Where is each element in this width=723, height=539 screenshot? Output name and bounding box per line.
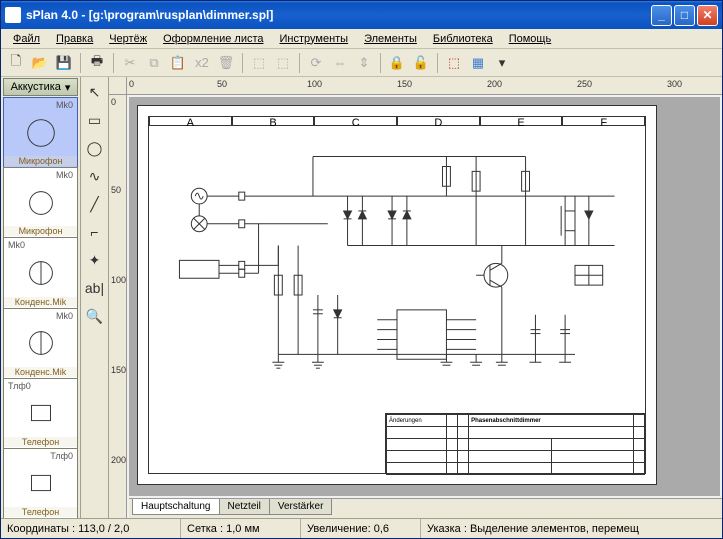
menu-elements[interactable]: Элементы bbox=[358, 31, 423, 47]
save-icon[interactable]: 💾 bbox=[53, 52, 75, 74]
menu-library[interactable]: Библиотека bbox=[427, 31, 499, 47]
drawing-tools: ↖ ▭ ◯ ∿ ╱ ⌐ ✦ ab| 🔍 bbox=[81, 77, 109, 518]
polyline-tool-icon[interactable]: ⌐ bbox=[84, 221, 106, 243]
sheet-tab[interactable]: Verstärker bbox=[269, 499, 333, 515]
rotate-icon[interactable]: ⟳ bbox=[305, 52, 327, 74]
ruler-horizontal: 0 50 100 150 200 250 300 bbox=[127, 77, 722, 95]
maximize-button[interactable]: □ bbox=[674, 5, 695, 26]
menubar: Файл Правка Чертёж Оформление листа Инст… bbox=[1, 29, 722, 49]
app-icon bbox=[5, 7, 21, 23]
copy-icon[interactable]: ⧉ bbox=[143, 52, 165, 74]
component-palette: Mk0 Микрофон Mk0 Микрофон Mk0 Конденс.Mi… bbox=[1, 97, 80, 518]
palette-item[interactable]: Тлф0 Телефон bbox=[3, 448, 78, 518]
text-tool-icon[interactable]: ab| bbox=[84, 277, 106, 299]
close-button[interactable]: ✕ bbox=[697, 5, 718, 26]
lock-icon[interactable]: 🔒 bbox=[386, 52, 408, 74]
paste-icon[interactable]: 📋 bbox=[167, 52, 189, 74]
palette-item[interactable]: Mk0 Конденс.Mik bbox=[3, 237, 78, 308]
sheet-tabs: Hauptschaltung Netzteil Verstärker bbox=[129, 498, 722, 518]
flipv-icon[interactable]: ⇕ bbox=[353, 52, 375, 74]
arrow-down-icon[interactable]: ▾ bbox=[491, 52, 513, 74]
unlock-icon[interactable]: 🔓 bbox=[410, 52, 432, 74]
menu-tools[interactable]: Инструменты bbox=[274, 31, 355, 47]
fliph-icon[interactable]: ⇔ bbox=[329, 52, 351, 74]
delete-icon[interactable]: 🗑 bbox=[215, 52, 237, 74]
circle-tool-icon[interactable]: ◯ bbox=[84, 137, 106, 159]
microphone-icon bbox=[22, 114, 60, 152]
dropdown-icon: ▾ bbox=[65, 81, 71, 94]
library-category[interactable]: Аккустика▾ bbox=[3, 78, 78, 96]
cut-icon[interactable]: ✂ bbox=[119, 52, 141, 74]
grid-icon[interactable]: ▦ bbox=[467, 52, 489, 74]
phone-icon bbox=[22, 394, 60, 432]
palette-item[interactable]: Тлф0 Телефон bbox=[3, 378, 78, 449]
zoom-tool-icon[interactable]: 🔍 bbox=[84, 305, 106, 327]
status-zoom: Увеличение: 0,6 bbox=[301, 519, 421, 538]
paper: A B C D E F bbox=[137, 105, 657, 485]
bezier-tool-icon[interactable]: ∿ bbox=[84, 165, 106, 187]
microphone-icon bbox=[22, 184, 60, 222]
new-icon[interactable]: 🗋 bbox=[5, 52, 27, 74]
palette-item[interactable]: Mk0 Микрофон bbox=[3, 97, 78, 168]
main-area: Аккустика▾ Mk0 Микрофон Mk0 Микрофон Mk0… bbox=[1, 77, 722, 518]
menu-file[interactable]: Файл bbox=[7, 31, 46, 47]
capacitor-mic-icon bbox=[22, 324, 60, 362]
phone-icon bbox=[22, 464, 60, 502]
library-sidebar: Аккустика▾ Mk0 Микрофон Mk0 Микрофон Mk0… bbox=[1, 77, 81, 518]
drawing-frame: A B C D E F bbox=[148, 116, 646, 474]
palette-item[interactable]: Mk0 Микрофон bbox=[3, 167, 78, 238]
menu-help[interactable]: Помощь bbox=[503, 31, 558, 47]
ungroup-icon[interactable]: ⬚ bbox=[272, 52, 294, 74]
titlebar: sPlan 4.0 - [g:\program\rusplan\dimmer.s… bbox=[1, 1, 722, 29]
statusbar: Координаты : 113,0 / 2,0 Сетка : 1,0 мм … bbox=[1, 518, 722, 538]
status-hint: Указка : Выделение элементов, перемещ bbox=[421, 519, 722, 538]
menu-draw[interactable]: Чертёж bbox=[103, 31, 153, 47]
snap-icon[interactable]: ⬚ bbox=[443, 52, 465, 74]
print-icon[interactable]: 🖶 bbox=[86, 52, 108, 74]
ruler-corner bbox=[109, 77, 127, 95]
x2-icon[interactable]: x2 bbox=[191, 52, 213, 74]
open-icon[interactable]: 📂 bbox=[29, 52, 51, 74]
ruler-vertical: 0 50 100 150 200 bbox=[109, 95, 127, 518]
capacitor-mic-icon bbox=[22, 254, 60, 292]
minimize-button[interactable]: _ bbox=[651, 5, 672, 26]
pointer-tool-icon[interactable]: ↖ bbox=[84, 81, 106, 103]
toolbar: 🗋 📂 💾 🖶 ✂ ⧉ 📋 x2 🗑 ⬚ ⬚ ⟳ ⇔ ⇕ 🔒 🔓 ⬚ ▦ ▾ bbox=[1, 49, 722, 77]
title-block: ÄnderungenPhasenabschnittdimmer bbox=[385, 413, 645, 473]
menu-edit[interactable]: Правка bbox=[50, 31, 99, 47]
rect-tool-icon[interactable]: ▭ bbox=[84, 109, 106, 131]
node-tool-icon[interactable]: ✦ bbox=[84, 249, 106, 271]
status-grid: Сетка : 1,0 мм bbox=[181, 519, 301, 538]
status-coords: Координаты : 113,0 / 2,0 bbox=[1, 519, 181, 538]
sheet-tab[interactable]: Hauptschaltung bbox=[132, 499, 220, 515]
menu-page[interactable]: Оформление листа bbox=[157, 31, 269, 47]
canvas-area: 0 50 100 150 200 250 300 0 50 100 150 20… bbox=[109, 77, 722, 518]
palette-item[interactable]: Mk0 Конденс.Mik bbox=[3, 308, 78, 379]
group-icon[interactable]: ⬚ bbox=[248, 52, 270, 74]
drawing-canvas[interactable]: A B C D E F bbox=[129, 97, 720, 496]
line-tool-icon[interactable]: ╱ bbox=[84, 193, 106, 215]
window-title: sPlan 4.0 - [g:\program\rusplan\dimmer.s… bbox=[26, 8, 651, 22]
sheet-tab[interactable]: Netzteil bbox=[219, 499, 270, 515]
